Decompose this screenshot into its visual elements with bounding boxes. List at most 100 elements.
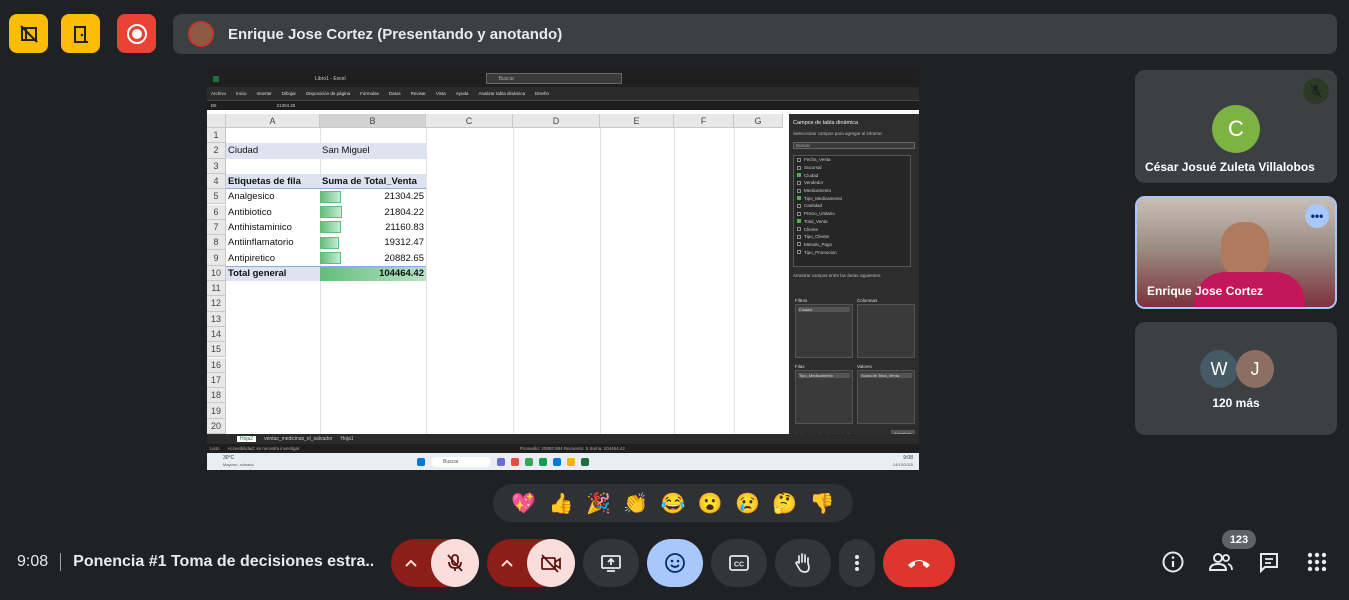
reaction-thinking[interactable]: 🤔	[772, 491, 797, 516]
pane-field-item[interactable]: Cantidad	[794, 202, 910, 210]
row-header[interactable]: 11	[207, 281, 226, 297]
reaction-party[interactable]: 🎉	[586, 491, 611, 516]
camera-options-button[interactable]	[487, 539, 527, 587]
app-icon[interactable]	[525, 457, 533, 466]
values-area[interactable]: Suma de Total_Venta	[857, 370, 915, 424]
participant-tile-speaking[interactable]: ••• Enrique Jose Cortez	[1135, 196, 1337, 309]
rows-area[interactable]: Tipo_Medicamento	[795, 370, 853, 424]
pane-field-item[interactable]: Tipo_Promocion	[794, 248, 910, 256]
ribbon-tab[interactable]: Disposición de página	[306, 91, 350, 96]
reaction-sad[interactable]: 😢	[735, 491, 760, 516]
row-header[interactable]: 9	[207, 250, 226, 266]
row-header[interactable]: 12	[207, 296, 226, 312]
ribbon-tab[interactable]: Diseño	[535, 91, 549, 96]
column-header[interactable]: F	[674, 114, 734, 128]
ribbon-tab[interactable]: Datos	[389, 91, 401, 96]
pane-field-item[interactable]: Cliente	[794, 225, 910, 233]
pivot-row-label[interactable]: Antihistaminico	[226, 220, 320, 235]
checkbox-icon[interactable]	[797, 196, 801, 201]
ribbon-tab[interactable]: Fórmulas	[360, 91, 379, 96]
row-header[interactable]: 19	[207, 403, 226, 419]
pane-field-item[interactable]: Vendedor	[794, 179, 910, 187]
column-header[interactable]: C	[426, 114, 513, 128]
reaction-surprised[interactable]: 😮	[698, 491, 723, 516]
mic-options-button[interactable]	[391, 539, 431, 587]
checkbox-icon[interactable]	[797, 250, 801, 255]
columns-area[interactable]	[857, 304, 915, 358]
column-header[interactable]: E	[600, 114, 674, 128]
row-header[interactable]: 6	[207, 204, 226, 220]
checkbox-icon[interactable]	[797, 227, 801, 232]
filter-value-cell[interactable]: San Miguel	[320, 143, 426, 159]
row-header[interactable]: 4	[207, 173, 226, 190]
reaction-clap[interactable]: 👏	[623, 491, 648, 516]
row-header[interactable]: 17	[207, 372, 226, 389]
leave-room-button[interactable]	[61, 14, 100, 53]
row-header[interactable]: 16	[207, 357, 226, 373]
pivot-row-value[interactable]: 19312.47	[320, 235, 426, 250]
pivot-row-label[interactable]: Antiinflamatorio	[226, 235, 320, 250]
ribbon-tab[interactable]: Archivo	[211, 91, 226, 96]
values-area-item[interactable]: Suma de Total_Venta	[860, 373, 912, 378]
row-header[interactable]: 13	[207, 311, 226, 327]
leave-call-button[interactable]	[883, 539, 955, 587]
app-icon[interactable]	[511, 457, 519, 466]
column-header[interactable]: B	[320, 114, 426, 128]
ribbon-tab[interactable]: Insertar	[257, 91, 272, 96]
row-header[interactable]: 3	[207, 158, 226, 174]
spreadsheet-grid[interactable]: A B C D E F G 1 2 3 4 5 6 7 8 9 10 11 12 13 14 15 16 17 1…	[207, 114, 783, 434]
hide-tiles-button[interactable]	[9, 14, 48, 53]
sheet-tab[interactable]: ventas_medicinas_el_salvador	[264, 436, 332, 442]
pivot-fields-pane[interactable]: Campos de tabla dinámica Seleccionar cam…	[789, 114, 919, 440]
reactions-button[interactable]	[647, 539, 703, 587]
row-header[interactable]: 14	[207, 326, 226, 343]
pivot-values-header[interactable]: Suma de Total_Venta	[320, 173, 426, 190]
row-header[interactable]: 18	[207, 388, 226, 404]
meeting-title[interactable]: Ponencia #1 Toma de decisiones estra...	[73, 553, 373, 571]
row-header[interactable]: 1	[207, 128, 226, 144]
checkbox-icon[interactable]	[797, 180, 801, 185]
app-icon[interactable]	[539, 457, 547, 466]
recording-button[interactable]	[117, 14, 156, 53]
formula-input[interactable]: 21304.25	[277, 103, 296, 108]
more-participants-tile[interactable]: W J 120 más	[1135, 322, 1337, 435]
pane-field-item[interactable]: Ciudad	[794, 171, 910, 179]
filter-label-cell[interactable]: Ciudad	[226, 143, 320, 159]
checkbox-icon[interactable]	[797, 234, 801, 239]
pane-field-item[interactable]: Tipo_Cliente	[794, 233, 910, 241]
pane-field-item[interactable]: Total_Venta	[794, 218, 910, 226]
status-accessibility[interactable]: Accesibilidad: se necesita investigar	[228, 446, 300, 451]
ribbon-tab[interactable]: Vista	[436, 91, 446, 96]
filters-area-item[interactable]: Ciudad	[798, 307, 850, 312]
row-header[interactable]: 7	[207, 219, 226, 236]
people-button[interactable]	[1208, 549, 1234, 575]
pivot-row-value[interactable]: 21304.25	[320, 189, 426, 204]
checkbox-icon[interactable]	[797, 173, 801, 178]
checkbox-icon[interactable]	[797, 219, 801, 224]
pivot-row-value[interactable]: 21160.83	[320, 220, 426, 235]
more-options-button[interactable]	[839, 539, 875, 587]
reaction-thumbs-down[interactable]: 👎	[810, 491, 835, 516]
sheet-tab[interactable]: Hoja1	[340, 436, 353, 442]
windows-start-icon[interactable]	[417, 457, 425, 466]
present-screen-button[interactable]	[583, 539, 639, 587]
excel-search-box[interactable]: Buscar	[485, 73, 622, 84]
ribbon-tab[interactable]: Revisar	[411, 91, 426, 96]
column-header[interactable]: D	[513, 114, 600, 128]
pane-field-item[interactable]: Sucursal	[794, 164, 910, 172]
chat-button[interactable]	[1256, 549, 1282, 575]
ribbon-tab[interactable]: Ayuda	[456, 91, 469, 96]
row-header[interactable]: 2	[207, 143, 226, 159]
pane-field-list[interactable]: Fecha_Venta Sucursal Ciudad Vendedor Medicam…	[793, 155, 911, 267]
checkbox-icon[interactable]	[797, 211, 801, 216]
activities-button[interactable]	[1304, 549, 1330, 575]
pane-field-item[interactable]: Tipo_Medicamento	[794, 194, 910, 202]
ribbon-tab[interactable]: Analizar tabla dinámica	[479, 91, 526, 96]
reaction-laugh[interactable]: 😂	[661, 491, 686, 516]
row-header[interactable]: 5	[207, 189, 226, 205]
pivot-row-label[interactable]: Analgesico	[226, 189, 320, 204]
total-value-cell[interactable]: 104464.42	[320, 265, 426, 281]
more-options-icon[interactable]: •••	[1305, 204, 1329, 228]
raise-hand-button[interactable]	[775, 539, 831, 587]
pane-search-input[interactable]: Buscar	[793, 142, 915, 149]
